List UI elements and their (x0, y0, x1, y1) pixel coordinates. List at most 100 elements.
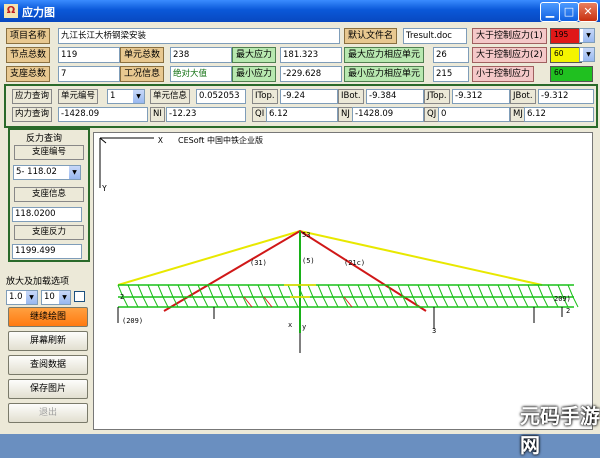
max-stress-element-label: 最大应力相应单元 (344, 47, 425, 63)
truss-diagonal (327, 284, 334, 298)
gt-control-stress-2-label: 大于控制应力(2) (472, 47, 547, 63)
right-2-label: 2 (566, 307, 570, 315)
mj-field[interactable]: 6.12 (524, 107, 594, 122)
ni-field[interactable]: -12.23 (166, 107, 246, 122)
reaction-query-title: 反力查询 (26, 134, 63, 144)
truss-diagonal (352, 296, 359, 308)
truss-diagonal (542, 296, 549, 308)
truss-diagonal (537, 284, 544, 298)
support-number-label: 支座编号 (14, 145, 84, 160)
y-axis-label: Y (102, 184, 107, 193)
truss-diagonals (117, 284, 579, 308)
lt-control-stress-value[interactable]: 60 (552, 68, 571, 78)
view-data-button[interactable]: 查阅数据 (8, 355, 88, 375)
watermark: 元码手游网 (520, 404, 600, 457)
yellow-stress-line (117, 229, 543, 286)
zoom-scale-select[interactable]: 1.0 ▼ (6, 290, 38, 305)
element-number-label: 单元编号 (58, 89, 99, 104)
load-select[interactable]: 10 ▼ (41, 290, 71, 305)
redraw-button[interactable]: 继续绘图 (8, 307, 88, 327)
itop-label: ITop. (252, 89, 278, 104)
stress-diagram-canvas[interactable]: X Y CESoft 中国中铁企业版 53 (5) (31) (21c) (20… (93, 132, 593, 430)
min-stress-label: 最小应力 (232, 66, 277, 82)
load-checkbox[interactable] (74, 291, 85, 302)
max-stress-field[interactable]: 181.323 (280, 47, 342, 63)
default-file-field[interactable]: Tresult.doc (403, 28, 467, 44)
truss-diagonal (222, 296, 229, 308)
exit-button[interactable]: 退出 (8, 403, 88, 423)
truss-diagonal (387, 284, 394, 298)
save-image-button[interactable]: 保存图片 (8, 379, 88, 399)
supports (117, 307, 563, 329)
close-button[interactable]: ✕ (578, 2, 598, 22)
support-reaction-field[interactable]: 1199.499 (12, 244, 82, 259)
truss-diagonal (372, 296, 379, 308)
truss-diagonal (392, 296, 399, 308)
support-number-select[interactable]: 5- 118.02 ▼ (13, 165, 81, 180)
truss-diagonal (447, 284, 454, 298)
truss-diagonal (347, 284, 354, 298)
gt-control-stress-2-value[interactable]: 60 (552, 49, 571, 59)
gt1-dropdown[interactable]: ▼ (579, 28, 595, 43)
truss-diagonal (252, 296, 259, 308)
truss-diagonal (357, 284, 364, 298)
truss-diagonal (217, 284, 224, 298)
jtop-label: JTop. (424, 89, 450, 104)
max-stress-element-field[interactable]: 26 (433, 47, 469, 63)
project-name-field[interactable]: 九江长江大桥钢梁安装 (58, 28, 340, 44)
force-value-1-field[interactable]: -1428.09 (58, 107, 148, 122)
supports-total-label: 支座总数 (6, 66, 51, 82)
zoom-scale-value: 1.0 (9, 292, 23, 302)
nodes-total-field[interactable]: 119 (58, 47, 120, 63)
lt-control-stress-label: 小于控制应力 (472, 66, 535, 82)
jbot-field[interactable]: -9.312 (538, 89, 594, 104)
element-number-select[interactable]: 1 ▼ (107, 89, 145, 104)
jtop-field[interactable]: -9.312 (452, 89, 510, 104)
element-info-field[interactable]: 0.052053 (196, 89, 246, 104)
right-209-label: 209) (554, 295, 571, 303)
default-file-label: 默认文件名 (344, 28, 398, 44)
truss-diagonal (157, 284, 164, 298)
max-stress-label: 最大应力 (232, 47, 277, 63)
truss-diagonal (207, 284, 214, 298)
left-2-label: 2 (120, 293, 124, 301)
case-info-field[interactable]: 绝对大值 (170, 66, 232, 82)
maximize-button[interactable]: □ (559, 2, 579, 22)
itop-field[interactable]: -9.24 (280, 89, 338, 104)
support-info-field[interactable]: 118.0200 (12, 207, 82, 222)
gt2-dropdown[interactable]: ▼ (579, 47, 595, 62)
case-info-label: 工况信息 (120, 66, 165, 82)
app-icon: Ω (4, 4, 18, 18)
gt-control-stress-1-value[interactable]: 195 (552, 30, 571, 40)
window-title: 应力图 (22, 6, 55, 19)
truss-diagonal (282, 296, 289, 308)
truss-diagonal (382, 296, 389, 308)
truss-diagonal (317, 284, 324, 298)
minimize-button[interactable]: ▁ (540, 2, 560, 22)
left-209-label: (209) (122, 317, 143, 325)
truss-diagonal (137, 284, 144, 298)
truss-diagonal (432, 296, 439, 308)
refresh-screen-button[interactable]: 屏幕刷新 (8, 331, 88, 351)
supports-total-field[interactable]: 7 (58, 66, 120, 82)
qi-field[interactable]: 6.12 (266, 107, 338, 122)
elements-total-field[interactable]: 238 (170, 47, 232, 63)
title-bar[interactable]: Ω 应力图 ▁ □ ✕ (0, 0, 600, 22)
truss-diagonal (457, 284, 464, 298)
truss-diagonal (162, 296, 169, 308)
truss-diagonal (462, 296, 469, 308)
element-info-label: 单元信息 (150, 89, 191, 104)
min-stress-element-field[interactable]: 215 (433, 66, 469, 82)
truss-diagonal (177, 284, 184, 298)
ibot-field[interactable]: -9.384 (366, 89, 424, 104)
truss-diagonal (337, 284, 344, 298)
qj-field[interactable]: 0 (438, 107, 510, 122)
truss-diagonal (407, 284, 414, 298)
truss-diagonal (477, 284, 484, 298)
nj-field[interactable]: -1428.09 (352, 107, 424, 122)
element-5-label: (5) (302, 257, 315, 265)
min-stress-field[interactable]: -229.628 (280, 66, 342, 82)
truss-diagonal (292, 296, 299, 308)
truss-diagonal (377, 284, 384, 298)
truss-diagonal (142, 296, 149, 308)
